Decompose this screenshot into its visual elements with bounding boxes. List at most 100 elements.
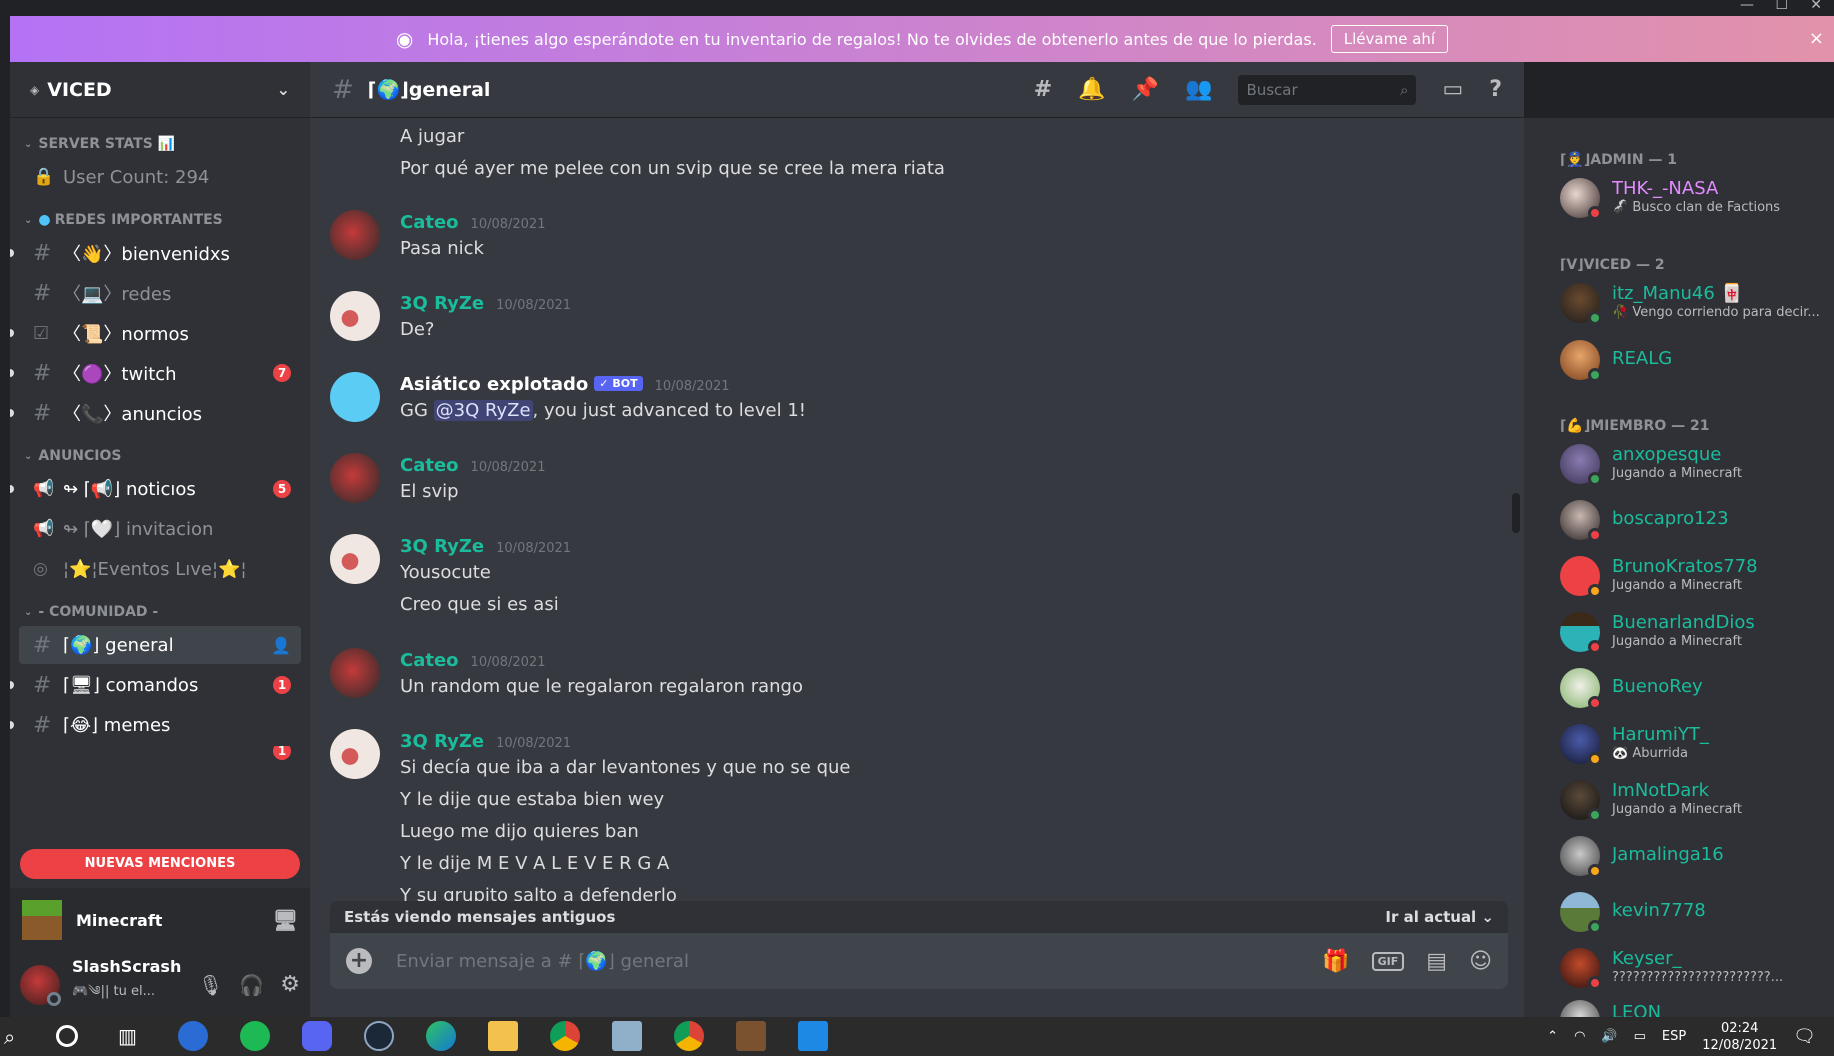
headphones-icon[interactable]: 🎧	[239, 973, 264, 997]
jump-to-present-button[interactable]: Ir al actual ⌄	[1385, 908, 1494, 926]
channel-invitacion[interactable]: 📢 ↬ ⌈🤍⌋ invitacion	[19, 510, 301, 548]
member-item[interactable]: BuenarlandDios Jugando a Minecraft	[1560, 610, 1830, 656]
message-composer[interactable]: + Enviar mensaje a # ⌈🌍⌋ general 🎁 GIF ▤…	[330, 933, 1508, 989]
category-redes-importantes[interactable]: ⌄ ● REDES IMPORTANTES	[10, 208, 310, 232]
help-icon[interactable]: ?	[1489, 77, 1502, 102]
app-icon-slab[interactable]	[612, 1021, 642, 1051]
member-item[interactable]: REALG	[1560, 338, 1830, 384]
channel-noticias[interactable]: 📢 ↬ ⌈📢⌋ noticıos 5	[10, 470, 301, 508]
channel-normos[interactable]: ☑ 〈📜〉normos	[10, 314, 301, 352]
scrollbar-thumb[interactable]	[1512, 493, 1520, 533]
mention-badge: 7	[273, 364, 291, 382]
battery-icon[interactable]: ▭	[1634, 1029, 1646, 1044]
member-item[interactable]: LEON	[1560, 998, 1830, 1017]
category-comunidad[interactable]: ⌄ - COMUNIDAD -	[10, 600, 310, 624]
member-item[interactable]: kevin7778	[1560, 890, 1830, 936]
avatar[interactable]	[330, 729, 380, 779]
banner-cta-button[interactable]: Llévame ahí	[1330, 25, 1449, 53]
wifi-icon[interactable]: ◠	[1574, 1029, 1585, 1044]
channel-user-count[interactable]: 🔒 User Count: 294	[19, 158, 301, 196]
server-header[interactable]: ◈ VICED ⌄	[10, 62, 310, 118]
sticker-icon[interactable]: ▤	[1426, 949, 1447, 974]
channel-memes[interactable]: # ⌈😂⌋ memes	[10, 706, 301, 744]
member-item[interactable]: THK-_-NASA 🦨 Busco clan de Factions	[1560, 176, 1830, 222]
message-content: El svip	[400, 481, 459, 502]
avatar[interactable]	[330, 210, 380, 260]
upload-plus-icon[interactable]: +	[346, 948, 372, 974]
new-mentions-button[interactable]: NUEVAS MENCIONES	[20, 849, 300, 879]
screen-share-icon[interactable]: 🖥	[273, 908, 298, 932]
file-explorer-icon[interactable]	[488, 1021, 518, 1051]
discord-icon[interactable]	[302, 1021, 332, 1051]
avatar[interactable]	[330, 372, 380, 422]
microphone-icon[interactable]: 🎙	[198, 973, 223, 997]
chevron-up-icon[interactable]: ⌃	[1547, 1029, 1558, 1044]
language-indicator[interactable]: ESP	[1662, 1029, 1686, 1044]
minimize-icon[interactable]: —	[1740, 0, 1754, 13]
avatar[interactable]	[20, 964, 61, 1006]
bell-icon[interactable]: 🔔	[1078, 77, 1105, 102]
spotify-icon[interactable]	[240, 1021, 270, 1051]
inbox-icon[interactable]: ▭	[1442, 77, 1463, 102]
channel-general[interactable]: # ⌈🌍⌋ general 👤	[19, 626, 301, 664]
invite-member-icon[interactable]: 👤	[271, 636, 291, 655]
channel-anuncios[interactable]: # 〈📞〉anuncios	[10, 394, 301, 432]
message-author[interactable]: 3Q RyZe 10/08/2021	[400, 536, 571, 557]
category-server-stats[interactable]: ⌄ SERVER STATS 📊	[10, 132, 310, 156]
gift-icon[interactable]: 🎁	[1322, 949, 1349, 974]
chrome-icon[interactable]	[674, 1021, 704, 1051]
threads-icon[interactable]: #	[1034, 77, 1052, 102]
message-author[interactable]: Cateo 10/08/2021	[400, 212, 545, 233]
member-item[interactable]: HarumiYT_ 🐼 Aburrida	[1560, 722, 1830, 768]
channel-imagenes[interactable]: 1	[19, 746, 301, 766]
message-author[interactable]: Cateo 10/08/2021	[400, 650, 545, 671]
category-anuncios[interactable]: ⌄ ANUNCIOS	[10, 444, 310, 468]
member-item[interactable]: ImNotDark Jugando a Minecraft	[1560, 778, 1830, 824]
steam-icon[interactable]	[364, 1021, 394, 1051]
message-author[interactable]: 3Q RyZe 10/08/2021	[400, 731, 571, 752]
photos-icon[interactable]	[798, 1021, 828, 1051]
message-author[interactable]: Asiático explotado ✓ BOT 10/08/2021	[400, 374, 730, 395]
banner-close-icon[interactable]: ×	[1809, 28, 1824, 49]
minecraft-launcher-icon[interactable]	[736, 1021, 766, 1051]
app-icon-blue[interactable]	[178, 1021, 208, 1051]
channel-redes[interactable]: # 〈💻〉redes	[19, 274, 301, 312]
channel-bienvenidxs[interactable]: # 〈👋〉bienvenidxs	[10, 234, 301, 272]
close-window-icon[interactable]: ✕	[1810, 0, 1822, 13]
member-item[interactable]: itz_Manu46 🀄 🥀 Vengo corriendo para deci…	[1560, 281, 1830, 327]
edge-icon[interactable]	[426, 1021, 456, 1051]
member-item[interactable]: BuenoRey	[1560, 666, 1830, 712]
message-author[interactable]: 3Q RyZe 10/08/2021	[400, 293, 571, 314]
channel-twitch[interactable]: # 〈🟣〉twitch 7	[10, 354, 301, 392]
channel-eventos-live[interactable]: ◎ ¦⭐¦Eventos Lıve¦⭐¦	[19, 550, 301, 588]
pin-icon[interactable]: 📌	[1132, 77, 1159, 102]
avatar[interactable]	[330, 291, 380, 341]
clock[interactable]: 02:24 12/08/2021	[1702, 1020, 1777, 1054]
cortana-icon[interactable]	[56, 1025, 78, 1047]
avatar[interactable]	[330, 534, 380, 584]
maximize-icon[interactable]: ☐	[1775, 0, 1788, 13]
member-list-icon[interactable]: 👥	[1185, 77, 1212, 102]
avatar[interactable]	[330, 453, 380, 503]
member-item[interactable]: BrunoKratos778 Jugando a Minecraft	[1560, 554, 1830, 600]
search-icon[interactable]: ⌕	[4, 1025, 15, 1049]
volume-icon[interactable]: 🔊	[1601, 1029, 1617, 1044]
notifications-icon[interactable]: 🗨	[1793, 1026, 1816, 1047]
search-input[interactable]: Buscar ⌕	[1238, 74, 1417, 105]
avatar[interactable]	[330, 648, 380, 698]
chrome-icon[interactable]	[550, 1021, 580, 1051]
member-item[interactable]: Keyser_ ???????????????????????...	[1560, 946, 1830, 992]
emoji-icon[interactable]: ☺	[1469, 949, 1492, 974]
member-item[interactable]: anxopesque Jugando a Minecraft	[1560, 442, 1830, 488]
gif-button[interactable]: GIF	[1371, 951, 1405, 971]
member-item[interactable]: boscapro123	[1560, 498, 1830, 544]
gear-icon[interactable]: ⚙	[280, 972, 300, 997]
member-item[interactable]: Jamalinga16	[1560, 834, 1830, 880]
message-input[interactable]: Enviar mensaje a # ⌈🌍⌋ general	[396, 951, 689, 972]
chevron-down-icon[interactable]: ⌄	[277, 80, 290, 99]
hash-icon: #	[33, 240, 52, 266]
message-author[interactable]: Cateo 10/08/2021	[400, 455, 545, 476]
user-mention[interactable]: @3Q RyZe	[433, 400, 533, 421]
channel-comandos[interactable]: # ⌈🖥⌋ comandos 1	[10, 666, 301, 704]
task-view-icon[interactable]: ▥	[118, 1024, 137, 1048]
